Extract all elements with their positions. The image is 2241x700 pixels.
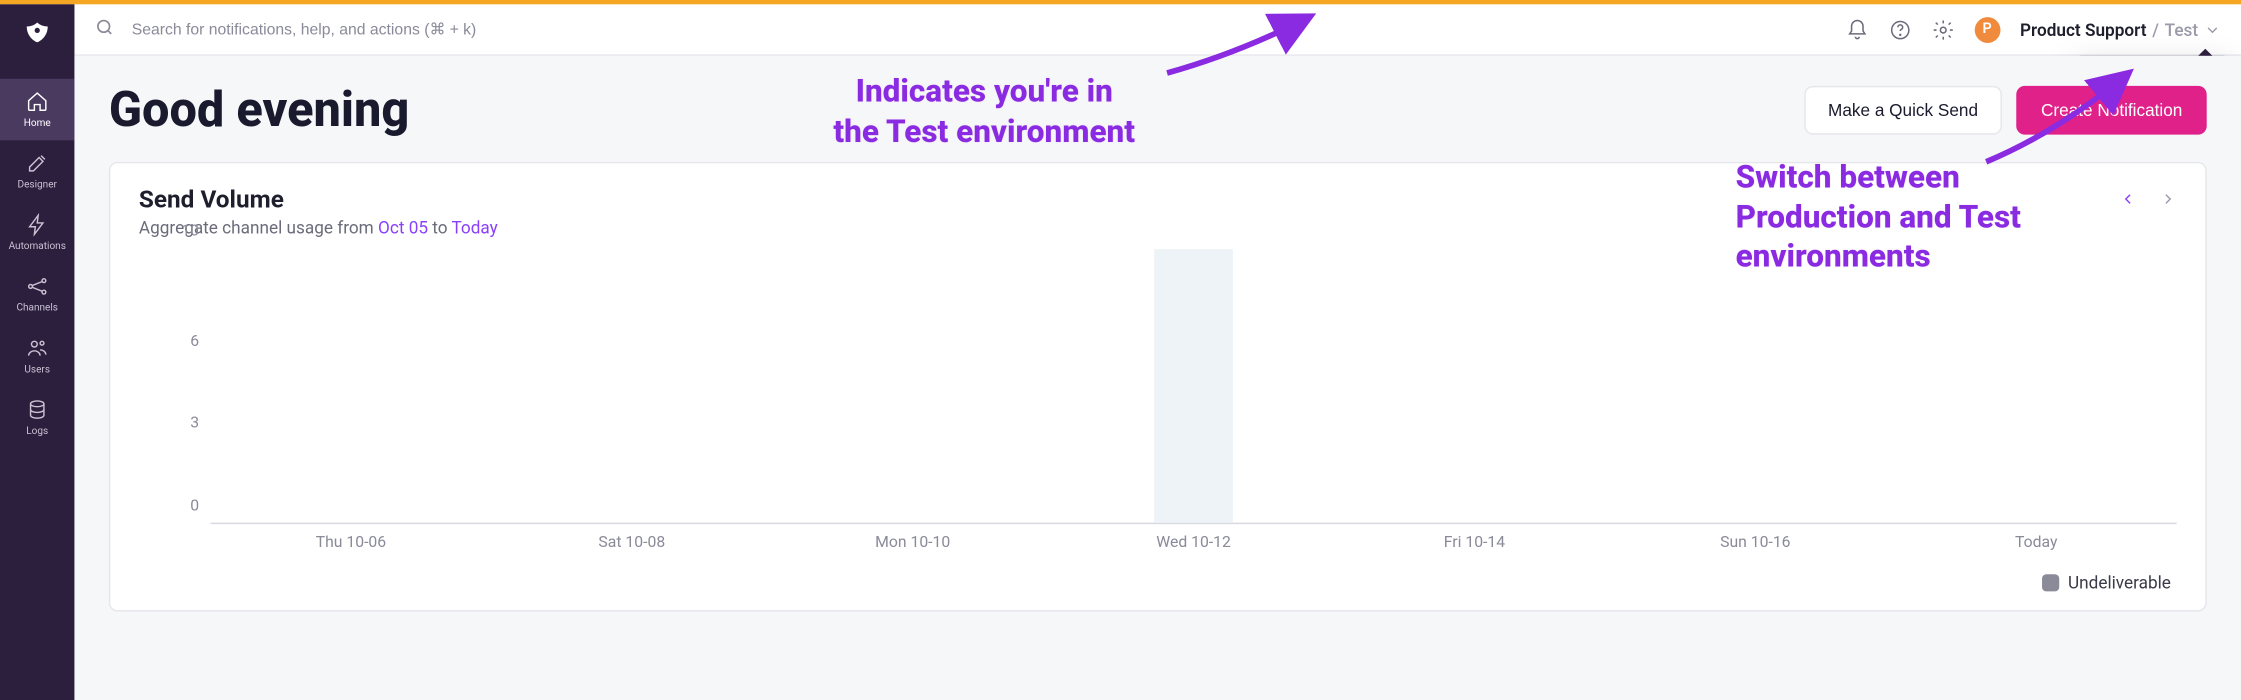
chart-prev-button[interactable] bbox=[2119, 186, 2136, 213]
x-tick: Thu 10-06 bbox=[316, 533, 386, 552]
x-tick: Mon 10-10 bbox=[875, 533, 950, 552]
chevron-down-icon bbox=[2204, 21, 2221, 38]
gear-icon[interactable] bbox=[1931, 18, 1954, 41]
sidebar-item-label: Logs bbox=[26, 425, 48, 436]
help-icon[interactable] bbox=[1888, 18, 1911, 41]
legend-swatch bbox=[2042, 574, 2059, 591]
workspace-separator: / bbox=[2152, 19, 2159, 39]
sidebar-item-channels[interactable]: Channels bbox=[0, 263, 74, 325]
legend-label: Undeliverable bbox=[2068, 573, 2171, 593]
workspace-env: Test bbox=[2165, 19, 2198, 39]
app-logo[interactable] bbox=[19, 16, 56, 53]
create-notification-button[interactable]: Create Notification bbox=[2017, 86, 2207, 135]
y-tick: 0 bbox=[190, 496, 199, 515]
send-volume-chart: 03610 Thu 10-06Sat 10-08Mon 10-10Wed 10-… bbox=[139, 249, 2177, 564]
avatar[interactable]: P bbox=[1974, 16, 2000, 42]
x-tick: Fri 10-14 bbox=[1444, 533, 1505, 552]
topbar: P Product Support / Test bbox=[74, 4, 2241, 56]
x-tick: Today bbox=[2015, 533, 2057, 552]
sidebar-item-logs[interactable]: Logs bbox=[0, 387, 74, 449]
sidebar: Home Designer Automations Channels Users… bbox=[0, 4, 74, 700]
x-tick: Sun 10-16 bbox=[1720, 533, 1790, 552]
sidebar-item-designer[interactable]: Designer bbox=[0, 140, 74, 202]
sidebar-item-label: Automations bbox=[9, 241, 66, 252]
notifications-icon[interactable] bbox=[1845, 18, 1868, 41]
x-tick: Wed 10-12 bbox=[1156, 533, 1231, 552]
sidebar-item-label: Users bbox=[24, 364, 50, 375]
chart-highlight-band bbox=[1154, 249, 1233, 523]
search-icon bbox=[95, 16, 115, 43]
legend-item-undeliverable[interactable]: Undeliverable bbox=[2042, 573, 2171, 593]
sidebar-item-label: Home bbox=[24, 117, 51, 128]
sidebar-item-users[interactable]: Users bbox=[0, 325, 74, 387]
chart-pager bbox=[2119, 186, 2176, 213]
y-tick: 10 bbox=[181, 221, 199, 240]
send-volume-panel: Send Volume Aggregate channel usage from… bbox=[109, 162, 2207, 612]
x-tick: Sat 10-08 bbox=[598, 533, 665, 552]
content: Good evening Make a Quick Send Create No… bbox=[74, 56, 2241, 700]
sidebar-item-label: Designer bbox=[18, 179, 57, 190]
page-title: Good evening bbox=[109, 82, 409, 139]
y-tick: 3 bbox=[190, 414, 199, 433]
sidebar-item-automations[interactable]: Automations bbox=[0, 202, 74, 264]
chart-next-button[interactable] bbox=[2159, 186, 2176, 213]
sidebar-item-home[interactable]: Home bbox=[0, 79, 74, 141]
quick-send-button[interactable]: Make a Quick Send bbox=[1804, 86, 2003, 135]
date-to-link[interactable]: Today bbox=[451, 218, 497, 238]
workspace-env-switch[interactable]: Product Support / Test bbox=[2020, 19, 2221, 39]
workspace-name: Product Support bbox=[2020, 19, 2146, 39]
sidebar-item-label: Channels bbox=[16, 302, 58, 313]
panel-title: Send Volume bbox=[139, 186, 498, 215]
search-input[interactable] bbox=[129, 19, 1831, 39]
y-tick: 6 bbox=[190, 331, 199, 350]
date-from-link[interactable]: Oct 05 bbox=[378, 218, 428, 238]
